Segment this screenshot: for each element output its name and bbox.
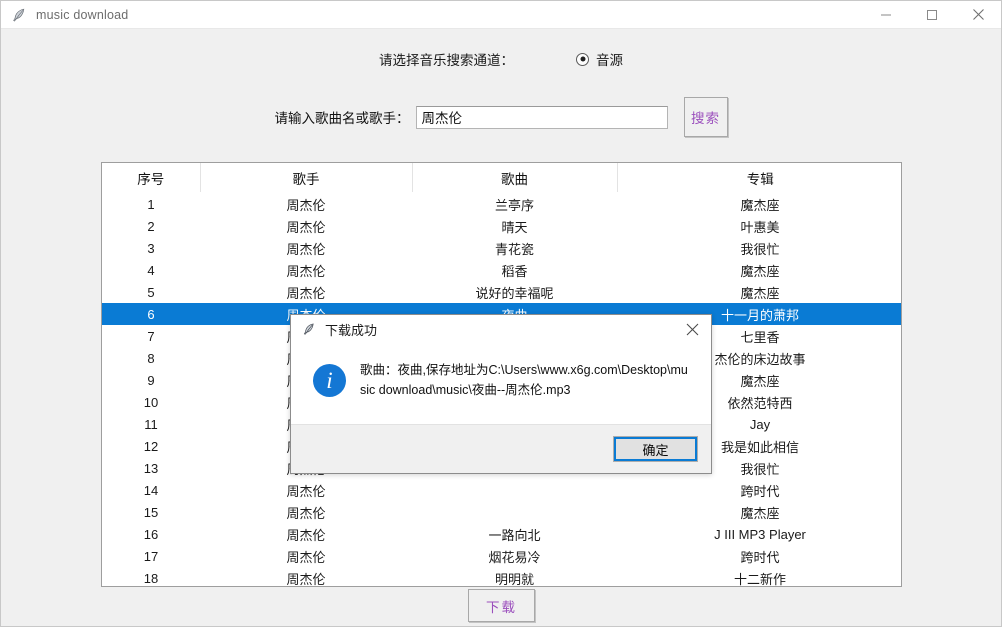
window-titlebar: music download <box>1 1 1001 29</box>
column-header-album[interactable]: 专辑 <box>617 163 902 193</box>
row-cell-no: 10 <box>102 391 200 413</box>
table-row[interactable]: 4周杰伦稻香魔杰座 <box>102 259 902 281</box>
row-cell-song: 明明就 <box>412 567 617 587</box>
column-header-no[interactable]: 序号 <box>102 163 200 193</box>
row-cell-album: 魔杰座 <box>617 501 902 523</box>
row-cell-no: 6 <box>102 303 200 325</box>
table-row[interactable]: 5周杰伦说好的幸福呢魔杰座 <box>102 281 902 303</box>
row-cell-no: 4 <box>102 259 200 281</box>
feather-icon <box>299 319 319 339</box>
row-cell-song: 一路向北 <box>412 523 617 545</box>
main-content: 请选择音乐搜索通道： 音源 请输入歌曲名或歌手： 搜索 序号 歌手 <box>1 29 1001 626</box>
row-cell-song <box>412 501 617 523</box>
close-button[interactable] <box>955 1 1001 28</box>
search-input[interactable] <box>416 106 668 129</box>
row-cell-song: 稻香 <box>412 259 617 281</box>
row-cell-song: 兰亭序 <box>412 193 617 216</box>
row-cell-no: 12 <box>102 435 200 457</box>
row-cell-no: 8 <box>102 347 200 369</box>
channel-label: 请选择音乐搜索通道： <box>379 49 514 69</box>
table-row[interactable]: 15周杰伦 魔杰座 <box>102 501 902 523</box>
row-cell-song: 烟花易冷 <box>412 545 617 567</box>
row-cell-no: 17 <box>102 545 200 567</box>
column-header-song[interactable]: 歌曲 <box>412 163 617 193</box>
feather-icon <box>7 3 31 27</box>
search-row: 请输入歌曲名或歌手： 搜索 <box>1 97 1001 137</box>
minimize-button[interactable] <box>863 1 909 28</box>
row-cell-artist: 周杰伦 <box>200 193 412 216</box>
download-success-dialog: 下载成功 i 歌曲：夜曲,保存地址为C:\Users\www.x6g.com\D… <box>290 314 712 474</box>
row-cell-no: 2 <box>102 215 200 237</box>
row-cell-artist: 周杰伦 <box>200 215 412 237</box>
row-cell-album: 十二新作 <box>617 567 902 587</box>
dialog-title: 下载成功 <box>325 320 377 339</box>
table-row[interactable]: 17周杰伦烟花易冷跨时代 <box>102 545 902 567</box>
download-button[interactable]: 下载 <box>468 589 535 622</box>
row-cell-no: 15 <box>102 501 200 523</box>
application-window: music download 请选择音乐搜索通道： 音源 请输入歌曲名或歌手： … <box>0 0 1002 627</box>
table-row[interactable]: 16周杰伦一路向北J III MP3 Player <box>102 523 902 545</box>
row-cell-album: 我很忙 <box>617 237 902 259</box>
row-cell-album: 跨时代 <box>617 479 902 501</box>
radio-source[interactable]: 音源 <box>576 49 623 69</box>
row-cell-song: 青花瓷 <box>412 237 617 259</box>
row-cell-artist: 周杰伦 <box>200 237 412 259</box>
table-row[interactable]: 1周杰伦兰亭序魔杰座 <box>102 193 902 216</box>
info-icon: i <box>313 364 346 397</box>
row-cell-no: 1 <box>102 193 200 216</box>
row-cell-artist: 周杰伦 <box>200 281 412 303</box>
row-cell-no: 9 <box>102 369 200 391</box>
row-cell-artist: 周杰伦 <box>200 479 412 501</box>
dialog-ok-button[interactable]: 确定 <box>613 436 698 462</box>
row-cell-album: 跨时代 <box>617 545 902 567</box>
row-cell-album: 叶惠美 <box>617 215 902 237</box>
row-cell-artist: 周杰伦 <box>200 545 412 567</box>
row-cell-song <box>412 479 617 501</box>
row-cell-artist: 周杰伦 <box>200 523 412 545</box>
row-cell-album: 魔杰座 <box>617 193 902 216</box>
row-cell-artist: 周杰伦 <box>200 259 412 281</box>
row-cell-album: 魔杰座 <box>617 281 902 303</box>
channel-selection-row: 请选择音乐搜索通道： 音源 <box>1 49 1001 69</box>
row-cell-song: 晴天 <box>412 215 617 237</box>
row-cell-no: 3 <box>102 237 200 259</box>
row-cell-artist: 周杰伦 <box>200 501 412 523</box>
dialog-titlebar: 下载成功 <box>291 315 711 343</box>
row-cell-song: 说好的幸福呢 <box>412 281 617 303</box>
table-header-row: 序号 歌手 歌曲 专辑 <box>102 163 902 193</box>
table-row[interactable]: 3周杰伦青花瓷我很忙 <box>102 237 902 259</box>
search-label: 请输入歌曲名或歌手： <box>275 107 410 127</box>
maximize-button[interactable] <box>909 1 955 28</box>
row-cell-no: 14 <box>102 479 200 501</box>
column-header-artist[interactable]: 歌手 <box>200 163 412 193</box>
row-cell-no: 5 <box>102 281 200 303</box>
row-cell-artist: 周杰伦 <box>200 567 412 587</box>
row-cell-no: 18 <box>102 567 200 587</box>
row-cell-no: 13 <box>102 457 200 479</box>
table-row[interactable]: 18周杰伦明明就十二新作 <box>102 567 902 587</box>
dialog-close-icon[interactable] <box>673 315 711 343</box>
row-cell-no: 7 <box>102 325 200 347</box>
search-button[interactable]: 搜索 <box>684 97 728 137</box>
row-cell-no: 16 <box>102 523 200 545</box>
dialog-footer: 确定 <box>291 424 711 473</box>
dialog-message: 歌曲：夜曲,保存地址为C:\Users\www.x6g.com\Desktop\… <box>360 361 692 400</box>
row-cell-album: J III MP3 Player <box>617 523 902 545</box>
table-row[interactable]: 14周杰伦 跨时代 <box>102 479 902 501</box>
dialog-body: i 歌曲：夜曲,保存地址为C:\Users\www.x6g.com\Deskto… <box>291 343 711 424</box>
radio-source-mark[interactable] <box>576 53 589 66</box>
row-cell-album: 魔杰座 <box>617 259 902 281</box>
radio-source-label: 音源 <box>596 49 623 69</box>
window-title: music download <box>36 8 128 22</box>
row-cell-no: 11 <box>102 413 200 435</box>
table-row[interactable]: 2周杰伦晴天叶惠美 <box>102 215 902 237</box>
